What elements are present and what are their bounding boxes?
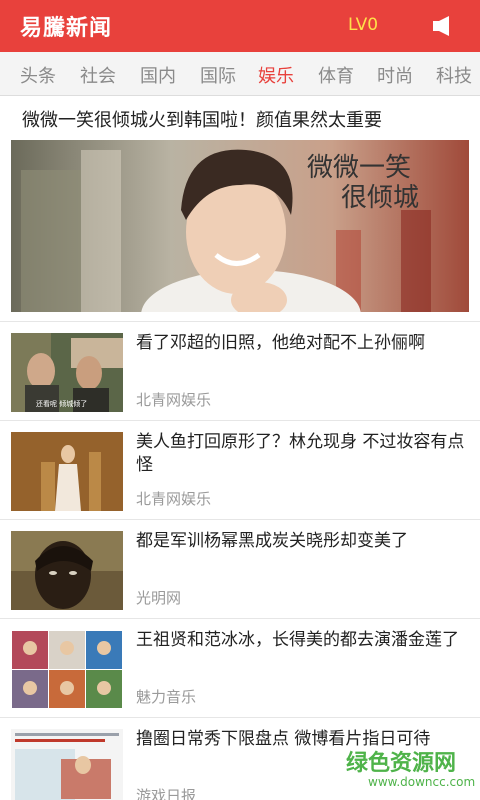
featured-image[interactable]: 微微一笑 很倾城 bbox=[11, 140, 469, 312]
level-badge[interactable]: LV0 bbox=[348, 15, 378, 35]
watermark-url: www.downcc.com bbox=[368, 775, 476, 789]
news-source: 游戏日报 bbox=[136, 787, 197, 800]
svg-text:还看呢 倾城倾了: 还看呢 倾城倾了 bbox=[36, 399, 87, 408]
news-title[interactable]: 王祖贤和范冰冰，长得美的都去演潘金莲了 bbox=[136, 629, 466, 652]
watermark: 绿色资源网 www.downcc.com bbox=[338, 745, 480, 800]
tab-international[interactable]: 国际 bbox=[200, 62, 236, 88]
list-item[interactable]: 美人鱼打回原形了？林允现身 不过妆容有点怪 北青网娱乐 bbox=[0, 421, 480, 519]
app-title: 易騰新闻 bbox=[20, 16, 113, 41]
thumbnail-image bbox=[11, 531, 123, 610]
speaker-icon[interactable] bbox=[432, 16, 452, 36]
thumbnail-image bbox=[11, 432, 123, 511]
thumbnail-image: 还看呢 倾城倾了 bbox=[11, 333, 123, 412]
thumbnail-image bbox=[11, 630, 123, 709]
hero-caption-line-1: 微微一笑 bbox=[307, 153, 411, 183]
list-item[interactable]: 都是军训杨幂黑成炭关晓彤却变美了 光明网 bbox=[0, 520, 480, 618]
list-item[interactable]: 王祖贤和范冰冰，长得美的都去演潘金莲了 魅力音乐 bbox=[0, 619, 480, 717]
hero-caption-line-2: 很倾城 bbox=[341, 183, 419, 213]
tab-technology[interactable]: 科技 bbox=[436, 62, 472, 88]
tab-entertainment[interactable]: 娱乐 bbox=[258, 62, 294, 88]
watermark-name: 绿色资源网 bbox=[346, 751, 457, 776]
thumbnail-image bbox=[11, 729, 123, 800]
category-tabs: 头条 社会 国内 国际 娱乐 体育 时尚 科技 bbox=[0, 52, 480, 96]
featured-headline[interactable]: 微微一笑很倾城火到韩国啦！颜值果然太重要 bbox=[22, 106, 382, 132]
news-title[interactable]: 看了邓超的旧照，他绝对配不上孙俪啊 bbox=[136, 332, 466, 355]
news-source: 光明网 bbox=[136, 589, 182, 607]
tab-society[interactable]: 社会 bbox=[80, 62, 116, 88]
news-source: 北青网娱乐 bbox=[136, 391, 212, 409]
news-source: 北青网娱乐 bbox=[136, 490, 212, 508]
news-source: 魅力音乐 bbox=[136, 688, 197, 706]
tab-sports[interactable]: 体育 bbox=[318, 62, 354, 88]
tab-headlines[interactable]: 头条 bbox=[20, 62, 56, 88]
tab-fashion[interactable]: 时尚 bbox=[377, 62, 413, 88]
tab-domestic[interactable]: 国内 bbox=[140, 62, 176, 88]
app-header: 易騰新闻 LV0 bbox=[0, 0, 480, 52]
news-title[interactable]: 都是军训杨幂黑成炭关晓彤却变美了 bbox=[136, 530, 466, 553]
news-title[interactable]: 美人鱼打回原形了？林允现身 不过妆容有点怪 bbox=[136, 431, 466, 477]
list-item[interactable]: 还看呢 倾城倾了 看了邓超的旧照，他绝对配不上孙俪啊 北青网娱乐 bbox=[0, 322, 480, 420]
